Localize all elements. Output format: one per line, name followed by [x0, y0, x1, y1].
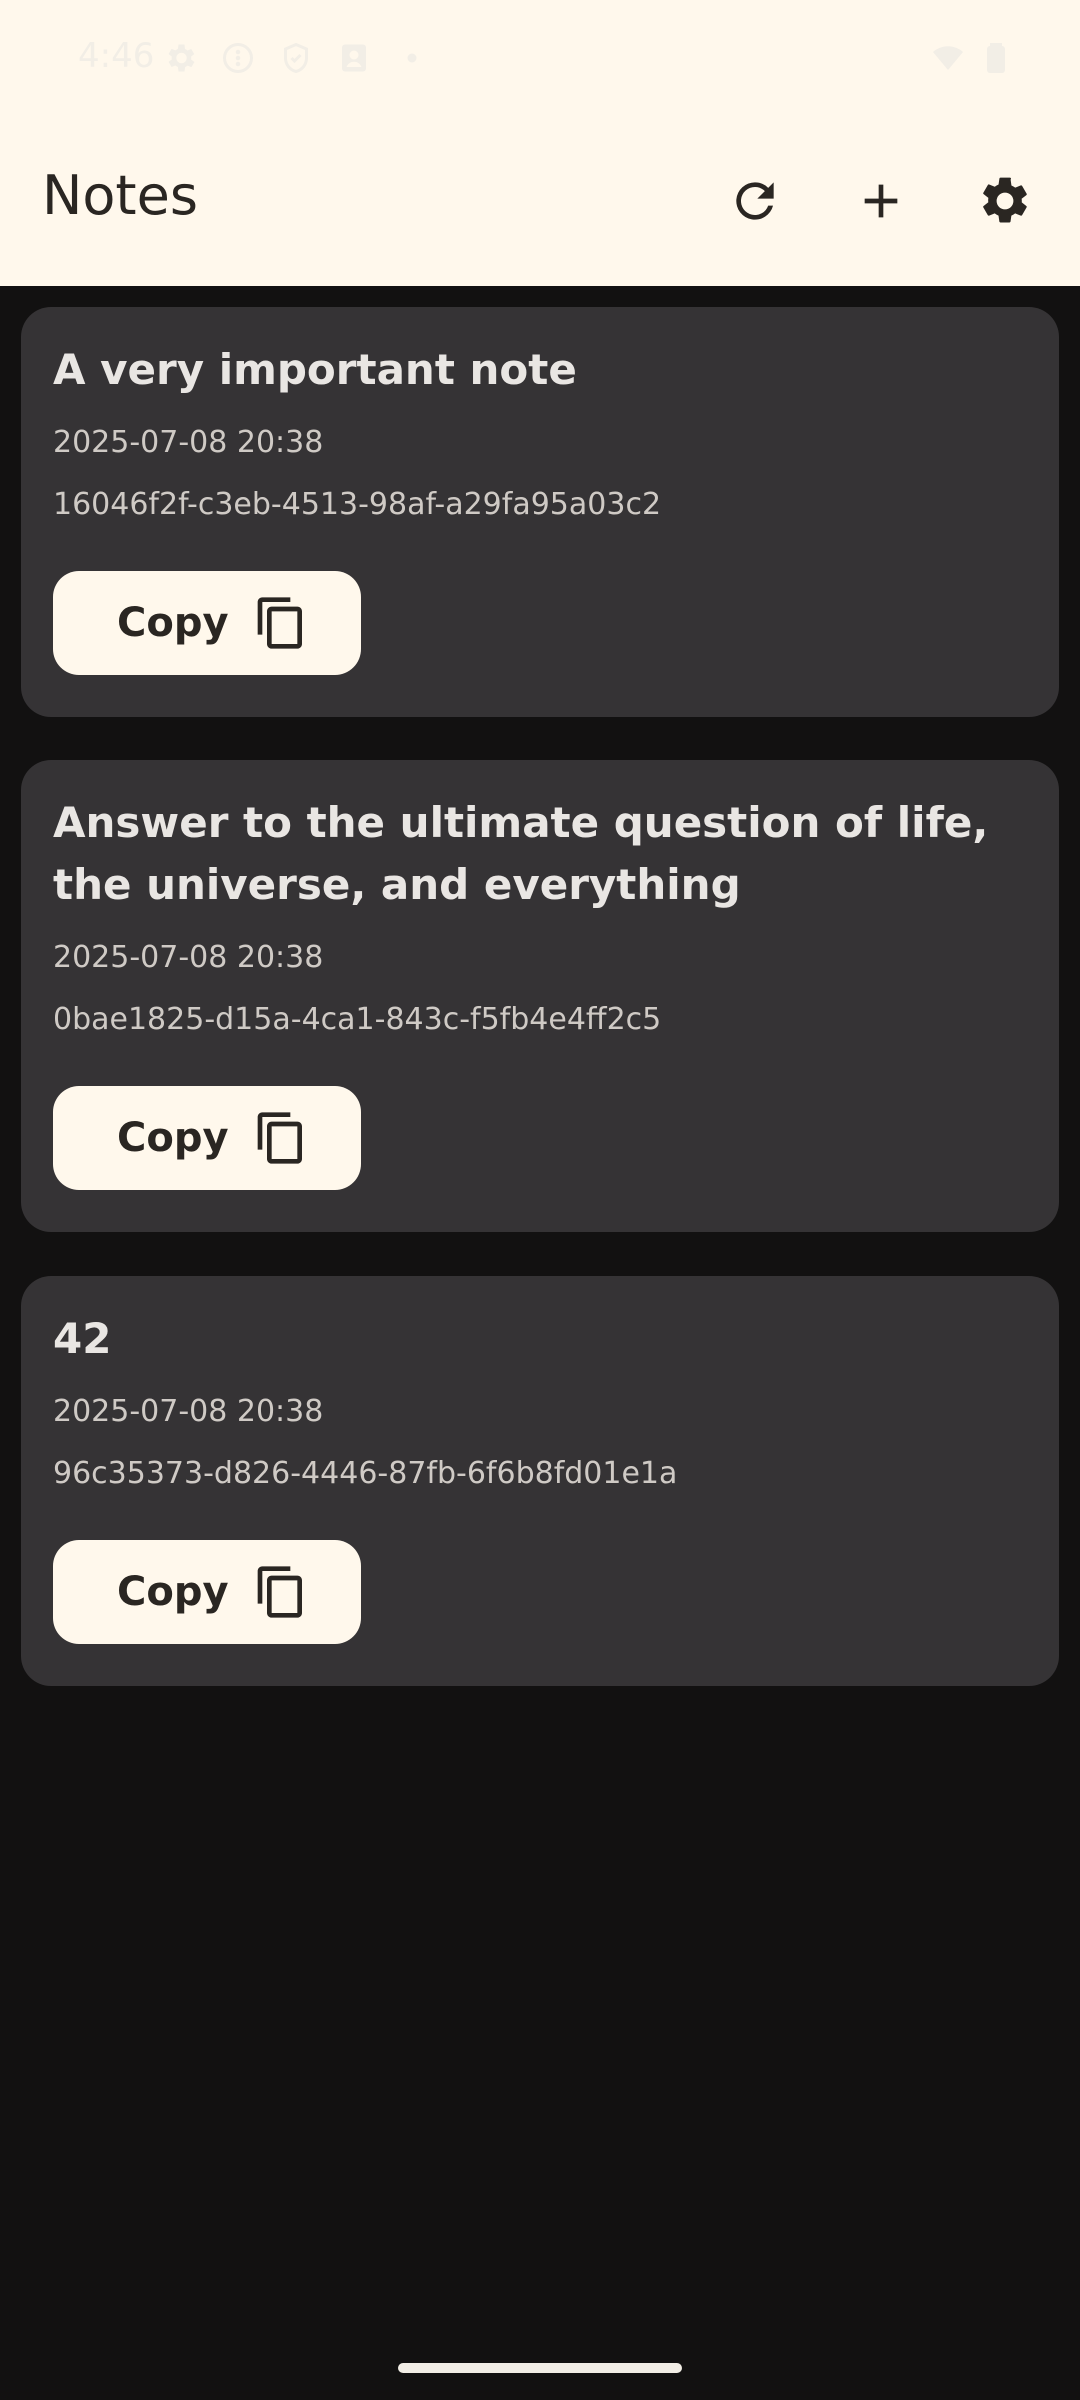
note-id: 0bae1825-d15a-4ca1-843c-f5fb4e4ff2c5: [53, 1002, 662, 1037]
copy-button-label: Copy: [117, 1569, 229, 1615]
copy-button[interactable]: Copy: [53, 571, 361, 675]
add-note-button[interactable]: [842, 162, 920, 240]
copy-button-label: Copy: [117, 600, 229, 646]
note-card[interactable]: A very important note 2025-07-08 20:38 1…: [21, 307, 1059, 717]
home-indicator[interactable]: [398, 2363, 682, 2373]
refresh-button[interactable]: [716, 162, 794, 240]
note-title: 42: [53, 1314, 112, 1363]
copy-button-label: Copy: [117, 1115, 229, 1161]
note-date: 2025-07-08 20:38: [53, 940, 324, 975]
note-title: Answer to the ultimate question of life,…: [53, 798, 989, 909]
note-id: 16046f2f-c3eb-4513-98af-a29fa95a03c2: [53, 487, 662, 522]
dot-icon: [394, 40, 430, 76]
status-bar: 4:46: [0, 0, 1080, 120]
shield-icon: [278, 40, 314, 76]
note-date: 2025-07-08 20:38: [53, 1394, 324, 1429]
top-bar: 4:46 Notes: [0, 0, 1080, 286]
add-icon: [864, 184, 898, 218]
settings-button[interactable]: [966, 162, 1044, 240]
wifi-icon: [930, 40, 966, 76]
settings-icon: [983, 177, 1027, 223]
copy-icon: [253, 593, 309, 653]
note-title: A very important note: [53, 345, 577, 394]
refresh-icon: [736, 182, 774, 220]
contact-icon: [336, 40, 372, 76]
note-id: 96c35373-d826-4446-87fb-6f6b8fd01e1a: [53, 1456, 678, 1491]
note-card[interactable]: Answer to the ultimate question of life,…: [21, 760, 1059, 1232]
circle-dots-icon: [220, 40, 256, 76]
copy-button[interactable]: Copy: [53, 1086, 361, 1190]
copy-icon: [253, 1108, 309, 1168]
copy-icon: [253, 1562, 309, 1622]
battery-icon: [978, 40, 1014, 76]
gear-icon: [162, 40, 198, 76]
page-title: Notes: [42, 164, 198, 227]
note-date: 2025-07-08 20:38: [53, 425, 324, 460]
note-card[interactable]: 42 2025-07-08 20:38 96c35373-d826-4446-8…: [21, 1276, 1059, 1686]
copy-button[interactable]: Copy: [53, 1540, 361, 1644]
status-time: 4:46: [78, 36, 155, 76]
